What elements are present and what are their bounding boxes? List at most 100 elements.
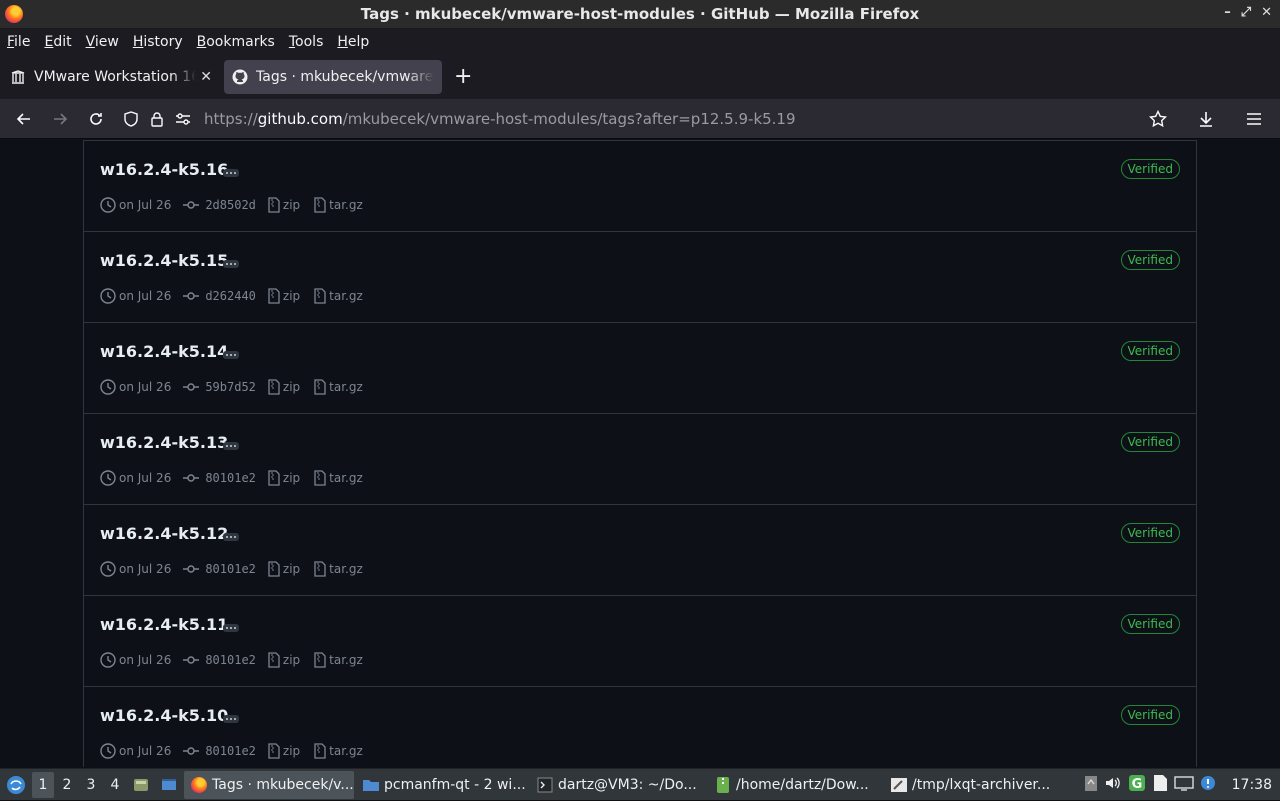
tag-date[interactable]: on Jul 26 <box>119 289 171 303</box>
commit-sha-link[interactable]: 2d8502d <box>205 198 256 212</box>
commit-sha-link[interactable]: 59b7d52 <box>205 380 256 394</box>
clipboard-tray-icon[interactable] <box>1084 774 1098 796</box>
bookmark-star-button[interactable] <box>1142 103 1174 135</box>
file-zip-icon <box>268 561 280 577</box>
minimize-button[interactable]: – <box>1224 5 1231 20</box>
back-button[interactable] <box>8 103 40 135</box>
tag-date[interactable]: on Jul 26 <box>119 562 171 576</box>
verified-badge[interactable]: Verified <box>1120 432 1180 452</box>
download-targz-link[interactable]: tar.gz <box>329 380 363 394</box>
download-zip-link[interactable]: zip <box>283 380 300 394</box>
lxqt-logo-icon <box>7 775 25 794</box>
tag-date[interactable]: on Jul 26 <box>119 653 171 667</box>
download-targz-link[interactable]: tar.gz <box>329 289 363 303</box>
tag-name-link[interactable]: w16.2.4-k5.11 <box>100 615 228 634</box>
url-bar[interactable]: https://github.com/mkubecek/vmware-host-… <box>118 103 1198 135</box>
download-targz-link[interactable]: tar.gz <box>329 198 363 212</box>
download-zip-link[interactable]: zip <box>283 744 300 758</box>
downloads-button[interactable] <box>1190 103 1222 135</box>
tag-name-link[interactable]: w16.2.4-k5.16 <box>100 160 228 179</box>
more-options-icon[interactable] <box>223 351 239 359</box>
new-tab-button[interactable]: + <box>454 64 472 89</box>
more-options-icon[interactable] <box>223 624 239 632</box>
task-firefox[interactable]: Tags · mkubecek/v... <box>184 770 354 799</box>
clock[interactable]: 17:38 <box>1232 777 1272 793</box>
more-options-icon[interactable] <box>223 533 239 541</box>
commit-sha-link[interactable]: 80101e2 <box>205 471 256 485</box>
close-tab-icon[interactable]: ✕ <box>200 69 212 85</box>
update-tray-icon[interactable]: G <box>1128 774 1146 796</box>
verified-badge[interactable]: Verified <box>1120 523 1180 543</box>
download-zip-link[interactable]: zip <box>283 562 300 576</box>
download-zip-link[interactable]: zip <box>283 198 300 212</box>
tab-label: Tags · mkubecek/vmware-host-modules <box>256 68 434 85</box>
tag-name-link[interactable]: w16.2.4-k5.15 <box>100 251 228 270</box>
desktop-2[interactable]: 2 <box>56 772 78 798</box>
download-targz-link[interactable]: tar.gz <box>329 562 363 576</box>
tag-date[interactable]: on Jul 26 <box>119 380 171 394</box>
download-targz-link[interactable]: tar.gz <box>329 471 363 485</box>
menu-tools[interactable]: Tools <box>282 34 331 50</box>
more-options-icon[interactable] <box>223 169 239 177</box>
more-options-icon[interactable] <box>223 260 239 268</box>
window-titlebar: Tags · mkubecek/vmware-host-modules · Gi… <box>0 0 1280 29</box>
tag-date[interactable]: on Jul 26 <box>119 471 171 485</box>
verified-badge[interactable]: Verified <box>1120 341 1180 361</box>
display-tray-icon[interactable] <box>1173 775 1194 795</box>
quicklaunch-filemanager[interactable] <box>128 772 154 798</box>
url-text[interactable]: https://github.com/mkubecek/vmware-host-… <box>204 110 796 128</box>
volume-icon[interactable] <box>1104 775 1122 795</box>
task-archiver[interactable]: /home/dartz/Dow... <box>708 771 882 799</box>
download-zip-link[interactable]: zip <box>283 653 300 667</box>
task-editor[interactable]: /tmp/lxqt-archiver... <box>884 771 1054 799</box>
menu-help[interactable]: Help <box>330 34 376 50</box>
desktop-3[interactable]: 3 <box>80 772 102 798</box>
commit-sha-link[interactable]: 80101e2 <box>205 653 256 667</box>
menu-bookmarks[interactable]: Bookmarks <box>190 34 282 50</box>
more-options-icon[interactable] <box>223 715 239 723</box>
maximize-button[interactable]: ⤢ <box>1241 5 1251 20</box>
desktop-4[interactable]: 4 <box>104 772 126 798</box>
file-zip-icon <box>268 652 280 668</box>
tag-name-link[interactable]: w16.2.4-k5.13 <box>100 433 228 452</box>
tag-date[interactable]: on Jul 26 <box>119 198 171 212</box>
download-targz-link[interactable]: tar.gz <box>329 653 363 667</box>
tab-github-tags[interactable]: Tags · mkubecek/vmware-host-modules <box>224 59 442 94</box>
verified-badge[interactable]: Verified <box>1120 250 1180 270</box>
more-options-icon[interactable] <box>223 442 239 450</box>
task-pcmanfm[interactable]: pcmanfm-qt - 2 wi... <box>356 771 528 799</box>
verified-badge[interactable]: Verified <box>1120 705 1180 725</box>
menu-file[interactable]: File <box>0 34 37 50</box>
notes-tray-icon[interactable] <box>1152 774 1168 796</box>
forward-button[interactable] <box>44 103 76 135</box>
commit-sha-link[interactable]: 80101e2 <box>205 744 256 758</box>
desktop-1[interactable]: 1 <box>32 771 54 798</box>
download-zip-link[interactable]: zip <box>283 471 300 485</box>
reload-button[interactable] <box>80 103 112 135</box>
tag-name-link[interactable]: w16.2.4-k5.14 <box>100 342 228 361</box>
tag-name-link[interactable]: w16.2.4-k5.12 <box>100 524 228 543</box>
tracking-shield-icon[interactable] <box>118 111 144 127</box>
start-menu-button[interactable] <box>2 771 30 799</box>
info-tray-icon[interactable] <box>1200 775 1216 795</box>
commit-sha-link[interactable]: d262440 <box>205 289 256 303</box>
verified-badge[interactable]: Verified <box>1120 159 1180 179</box>
commit-sha-link[interactable]: 80101e2 <box>205 562 256 576</box>
tag-name-link[interactable]: w16.2.4-k5.10 <box>100 706 228 725</box>
verified-badge[interactable]: Verified <box>1120 614 1180 634</box>
menu-history[interactable]: History <box>126 34 190 50</box>
quicklaunch-desktop[interactable] <box>156 772 182 798</box>
permissions-icon[interactable] <box>170 112 196 126</box>
task-terminal[interactable]: dartz@VM3: ~/Do... <box>530 771 706 799</box>
download-zip-link[interactable]: zip <box>283 289 300 303</box>
lock-icon[interactable] <box>144 111 170 127</box>
download-targz-link[interactable]: tar.gz <box>329 744 363 758</box>
close-window-button[interactable]: ✕ <box>1261 5 1272 20</box>
file-zip-icon <box>268 197 280 213</box>
menu-edit[interactable]: Edit <box>37 34 78 50</box>
app-menu-button[interactable] <box>1238 103 1270 135</box>
tab-vmware-workstation[interactable]: VMware Workstation 16.2.4 ✕ <box>2 60 220 94</box>
taskbar: 1 2 3 4 Tags · mkubecek/v... pcmanfm-qt … <box>0 768 1280 800</box>
menu-view[interactable]: View <box>79 34 126 50</box>
tag-date[interactable]: on Jul 26 <box>119 744 171 758</box>
